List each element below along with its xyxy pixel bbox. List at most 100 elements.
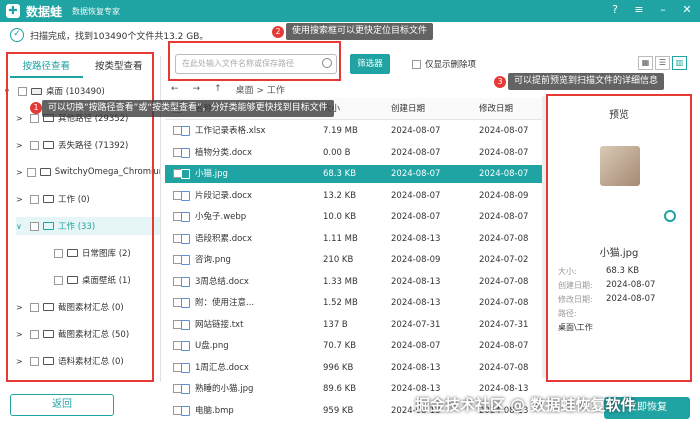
tree-node[interactable]: 桌面壁纸 (1) [40, 271, 160, 289]
tree-checkbox[interactable] [30, 356, 39, 366]
chevron-down-icon[interactable]: ∨ [16, 222, 26, 231]
forward-arrow-icon[interactable]: → [193, 84, 201, 94]
minimize-icon[interactable]: – [656, 3, 670, 16]
tree-checkbox[interactable] [30, 221, 39, 231]
file-icon [181, 276, 190, 287]
file-modified: 2024-07-08 [479, 298, 529, 308]
tree-checkbox[interactable] [26, 167, 36, 177]
file-modified: 2024-08-07 [479, 212, 529, 222]
drive-icon [31, 87, 42, 95]
file-name: 语段积累.docx [195, 233, 253, 244]
file-name: 工作记录表格.xlsx [195, 126, 266, 136]
scrollbar[interactable] [542, 96, 546, 378]
tree-checkbox[interactable] [54, 248, 63, 258]
chevron-right-icon[interactable]: > [16, 195, 26, 204]
column-modified[interactable]: 修改日期 [479, 98, 513, 120]
file-size: 959 KB [323, 405, 354, 416]
chevron-right-icon[interactable]: > [16, 330, 26, 339]
table-row[interactable]: 咨询.png 210 KB 2024-08-09 2024-07-02 [165, 251, 545, 269]
preview-modified-label: 修改日期: [558, 295, 593, 304]
file-icon [181, 405, 190, 416]
chevron-right-icon[interactable]: > [16, 357, 26, 366]
list-view-icon[interactable]: ☰ [655, 56, 670, 70]
file-icon [181, 362, 190, 373]
file-size: 137 B [323, 319, 348, 330]
file-icon [181, 319, 190, 330]
file-size: 210 KB [323, 255, 354, 265]
folder-icon [39, 168, 51, 176]
chevron-down-icon[interactable]: ∨ [4, 87, 14, 96]
tree-checkbox[interactable] [30, 329, 39, 339]
tree-checkbox[interactable] [18, 86, 27, 96]
tree-checkbox[interactable] [54, 275, 63, 285]
tree-checkbox[interactable] [30, 113, 39, 123]
help-icon[interactable]: ? [608, 3, 622, 16]
tree-node[interactable]: ∨ 工作 (33) [16, 217, 160, 235]
file-size: 10.0 KB [323, 212, 357, 222]
column-created[interactable]: 创建日期 [391, 98, 425, 120]
grid-view-icon[interactable]: ▦ [638, 56, 653, 70]
file-modified: 2024-08-09 [479, 190, 529, 201]
search-icon[interactable] [322, 58, 332, 68]
preview-created-value: 2024-08-07 [606, 280, 656, 290]
tree-node-label: 桌面 (103490) [46, 87, 105, 97]
tree-node[interactable]: > 丢失路径 (71392) [16, 136, 160, 154]
folder-icon [43, 357, 54, 365]
chevron-right-icon[interactable]: > [16, 303, 26, 312]
up-arrow-icon[interactable]: ↑ [214, 84, 222, 94]
tree-node[interactable]: > SwitchyOmega_Chromium [16, 163, 160, 181]
table-row[interactable]: 植物分类.docx 0.00 B 2024-08-07 2024-08-07 [165, 144, 545, 162]
folder-icon [67, 249, 78, 257]
callout-tabs: 可以切换“按路径查看”或“按类型查看”，分好类能够更快找到目标文件 [42, 100, 334, 117]
table-row[interactable]: 小猫.jpg 68.3 KB 2024-08-07 2024-08-07 [165, 165, 545, 183]
tree-node[interactable]: 日常图库 (2) [40, 244, 160, 262]
table-row[interactable]: 工作记录表格.xlsx 7.19 MB 2024-08-07 2024-08-07 [165, 122, 545, 140]
tree-node[interactable]: ∨ 桌面 (103490) [4, 82, 160, 100]
table-row[interactable]: 网站链接.txt 137 B 2024-07-31 2024-07-31 [165, 316, 545, 334]
back-button[interactable]: 返回 [10, 394, 114, 416]
menu-icon[interactable]: ≡ [632, 3, 646, 16]
table-row[interactable]: 附：使用注意... 1.52 MB 2024-08-13 2024-07-08 [165, 294, 545, 312]
zoom-icon[interactable] [664, 210, 676, 222]
table-row[interactable]: 小兔子.webp 10.0 KB 2024-08-07 2024-08-07 [165, 208, 545, 226]
tab-by-path[interactable]: 按路径查看 [10, 56, 83, 78]
tree-node[interactable]: > 截图素材汇总 (50) [16, 325, 160, 343]
back-arrow-icon[interactable]: ← [171, 84, 179, 94]
folder-icon [43, 330, 54, 338]
chevron-right-icon[interactable]: > [16, 114, 26, 123]
tree-node-label: 工作 (33) [58, 222, 96, 232]
search-input[interactable]: 在此处输入文件名称或保存路径 [175, 54, 337, 74]
tree-node[interactable]: > 语料素材汇总 (0) [16, 352, 160, 370]
table-row[interactable]: U盘.png 70.7 KB 2024-08-07 2024-08-07 [165, 337, 545, 355]
only-deleted-checkbox[interactable] [412, 59, 421, 69]
callout-number: 1 [30, 102, 42, 114]
filter-button[interactable]: 筛选器 [350, 54, 390, 74]
file-size: 1.33 MB [323, 276, 358, 287]
tree-checkbox[interactable] [30, 302, 39, 312]
detail-view-icon[interactable]: ▥ [672, 56, 687, 70]
preview-modified-value: 2024-08-07 [606, 294, 656, 304]
file-size: 1.11 MB [323, 233, 358, 244]
file-icon [181, 298, 190, 308]
tree-node[interactable]: > 截图素材汇总 (0) [16, 298, 160, 316]
preview-size-value: 68.3 KB [606, 266, 640, 276]
table-row[interactable]: 语段积累.docx 1.11 MB 2024-08-13 2024-07-08 [165, 230, 545, 248]
only-deleted-toggle[interactable]: 仅显示删除项 [408, 58, 476, 70]
file-name: 咨询.png [195, 255, 231, 265]
file-created: 2024-08-07 [391, 212, 441, 222]
scan-status-text: 扫描完成，找到103490个文件共13.2 GB。 [30, 31, 209, 42]
chevron-right-icon[interactable]: > [16, 168, 23, 177]
file-icon [181, 190, 190, 201]
close-icon[interactable]: ✕ [680, 3, 694, 16]
file-name: 小兔子.webp [195, 212, 247, 222]
tree-node-label: 截图素材汇总 (0) [58, 303, 124, 313]
tree-node[interactable]: > 工作 (0) [16, 190, 160, 208]
tab-by-type[interactable]: 按类型查看 [83, 56, 156, 78]
preview-file-name: 小猫.jpg [599, 248, 639, 259]
table-row[interactable]: 3周总结.docx 1.33 MB 2024-08-13 2024-07-08 [165, 273, 545, 291]
tree-checkbox[interactable] [30, 194, 39, 204]
table-row[interactable]: 片段记录.docx 13.2 KB 2024-08-07 2024-08-09 [165, 187, 545, 205]
table-row[interactable]: 1周汇总.docx 996 KB 2024-08-13 2024-07-08 [165, 359, 545, 377]
chevron-right-icon[interactable]: > [16, 141, 26, 150]
tree-checkbox[interactable] [30, 140, 39, 150]
